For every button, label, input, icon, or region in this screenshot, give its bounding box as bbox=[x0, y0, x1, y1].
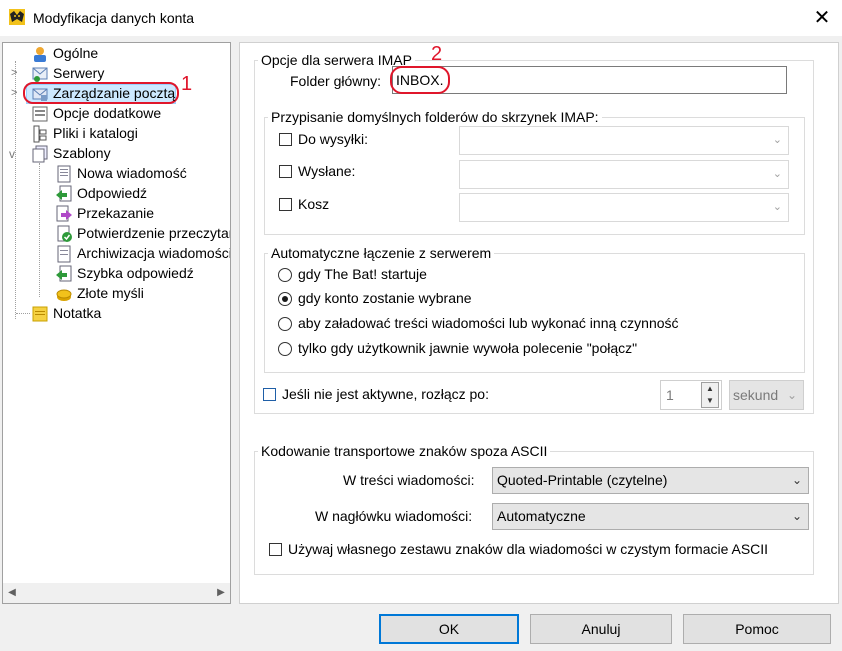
help-button[interactable]: Pomoc bbox=[683, 614, 831, 644]
chevron-down-icon: ⌄ bbox=[786, 388, 797, 402]
servers-icon bbox=[32, 67, 48, 82]
default-folders-legend: Przypisanie domyślnych folderów do skrzy… bbox=[268, 109, 602, 125]
disconnect-checkbox[interactable] bbox=[263, 388, 276, 401]
disconnect-unit-select[interactable]: sekund ⌄ bbox=[729, 380, 804, 410]
read-confirmation-icon bbox=[57, 225, 72, 242]
custom-charset-checkbox[interactable] bbox=[269, 543, 282, 556]
the-bat-app-icon bbox=[9, 9, 25, 25]
chevron-down-icon: ⌄ bbox=[772, 168, 782, 180]
radio-on-action-label: aby załadować treści wiadomości lub wyko… bbox=[298, 315, 679, 331]
golden-thoughts-icon bbox=[56, 289, 72, 301]
disconnect-label: Jeśli nie jest aktywne, rozłącz po: bbox=[282, 386, 489, 402]
annotation-number-2: 2 bbox=[431, 43, 443, 65]
radio-on-startup-label: gdy The Bat! startuje bbox=[298, 266, 427, 282]
note-icon bbox=[32, 306, 48, 322]
disconnect-timeout-stepper[interactable]: ▲ ▼ bbox=[701, 382, 719, 408]
stepper-up-icon[interactable]: ▲ bbox=[702, 383, 718, 395]
auto-connect-legend: Automatyczne łączenie z serwerem bbox=[268, 245, 495, 261]
cancel-button[interactable]: Anuluj bbox=[530, 614, 672, 644]
chevron-down-icon: ⌄ bbox=[791, 473, 802, 487]
files-icon bbox=[33, 125, 47, 143]
annotation-ellipse-2 bbox=[390, 66, 450, 94]
trash-folder-select[interactable]: ⌄ bbox=[459, 193, 789, 222]
new-message-icon bbox=[57, 165, 71, 183]
chevron-down-icon: ⌄ bbox=[772, 134, 782, 146]
outbox-checkbox[interactable] bbox=[279, 133, 292, 146]
chevron-down-icon: ⌄ bbox=[772, 201, 782, 213]
scroll-right-icon[interactable]: ▶ bbox=[212, 583, 230, 603]
sent-label: Wysłane: bbox=[298, 163, 356, 179]
body-encoding-select[interactable]: Quoted-Printable (czytelne) ⌄ bbox=[492, 467, 809, 494]
radio-on-startup[interactable] bbox=[278, 268, 292, 282]
settings-tree[interactable]: > > v 1 Ogólne Serwery Zarządzanie poczt… bbox=[2, 42, 231, 604]
archive-icon bbox=[57, 245, 71, 263]
expand-chevron-icon[interactable]: > bbox=[11, 67, 21, 79]
window-title: Modyfikacja danych konta bbox=[33, 10, 195, 26]
outbox-folder-select[interactable]: ⌄ bbox=[459, 126, 789, 155]
annotation-number-1: 1 bbox=[181, 73, 193, 95]
chevron-down-icon: ⌄ bbox=[791, 509, 802, 523]
reply-icon bbox=[56, 185, 72, 202]
collapse-chevron-icon[interactable]: v bbox=[9, 147, 19, 161]
trash-checkbox[interactable] bbox=[279, 198, 292, 211]
stepper-down-icon[interactable]: ▼ bbox=[702, 395, 718, 407]
radio-on-account-select-label: gdy konto zostanie wybrane bbox=[298, 290, 472, 306]
tree-line bbox=[16, 313, 30, 314]
title-bar: Modyfikacja danych konta ✕ bbox=[0, 0, 842, 36]
trash-label: Kosz bbox=[298, 196, 330, 212]
templates-icon bbox=[32, 145, 48, 163]
scroll-left-icon[interactable]: ◀ bbox=[3, 583, 21, 603]
body-encoding-label: W treści wiadomości: bbox=[343, 472, 475, 488]
root-folder-label: Folder główny: bbox=[290, 73, 382, 89]
forward-icon bbox=[56, 205, 72, 222]
radio-on-account-select[interactable] bbox=[278, 292, 292, 306]
radio-on-action[interactable] bbox=[278, 317, 292, 331]
sent-folder-select[interactable]: ⌄ bbox=[459, 160, 789, 189]
quick-reply-icon bbox=[56, 265, 72, 282]
radio-on-explicit-label: tylko gdy użytkownik jawnie wywoła polec… bbox=[298, 340, 638, 356]
sent-checkbox[interactable] bbox=[279, 165, 292, 178]
tree-line bbox=[39, 163, 40, 297]
header-encoding-label: W nagłówku wiadomości: bbox=[315, 508, 473, 524]
close-icon: ✕ bbox=[813, 7, 831, 29]
outbox-label: Do wysyłki: bbox=[298, 131, 369, 147]
general-icon bbox=[34, 47, 46, 62]
tree-line bbox=[15, 61, 16, 319]
additional-options-icon bbox=[32, 106, 48, 122]
mail-management-icon bbox=[32, 88, 48, 101]
custom-charset-label: Używaj własnego zestawu znaków dla wiado… bbox=[288, 541, 769, 557]
header-encoding-select[interactable]: Automatyczne ⌄ bbox=[492, 503, 809, 530]
root-folder-input[interactable]: INBOX. bbox=[392, 66, 787, 94]
expand-chevron-icon[interactable]: > bbox=[11, 87, 21, 99]
radio-on-explicit[interactable] bbox=[278, 342, 292, 356]
tree-horizontal-scrollbar[interactable]: ◀ ▶ bbox=[3, 583, 230, 603]
ok-button[interactable]: OK bbox=[379, 614, 519, 644]
close-button[interactable]: ✕ bbox=[806, 4, 838, 32]
encoding-legend: Kodowanie transportowe znaków spoza ASCI… bbox=[258, 443, 551, 459]
